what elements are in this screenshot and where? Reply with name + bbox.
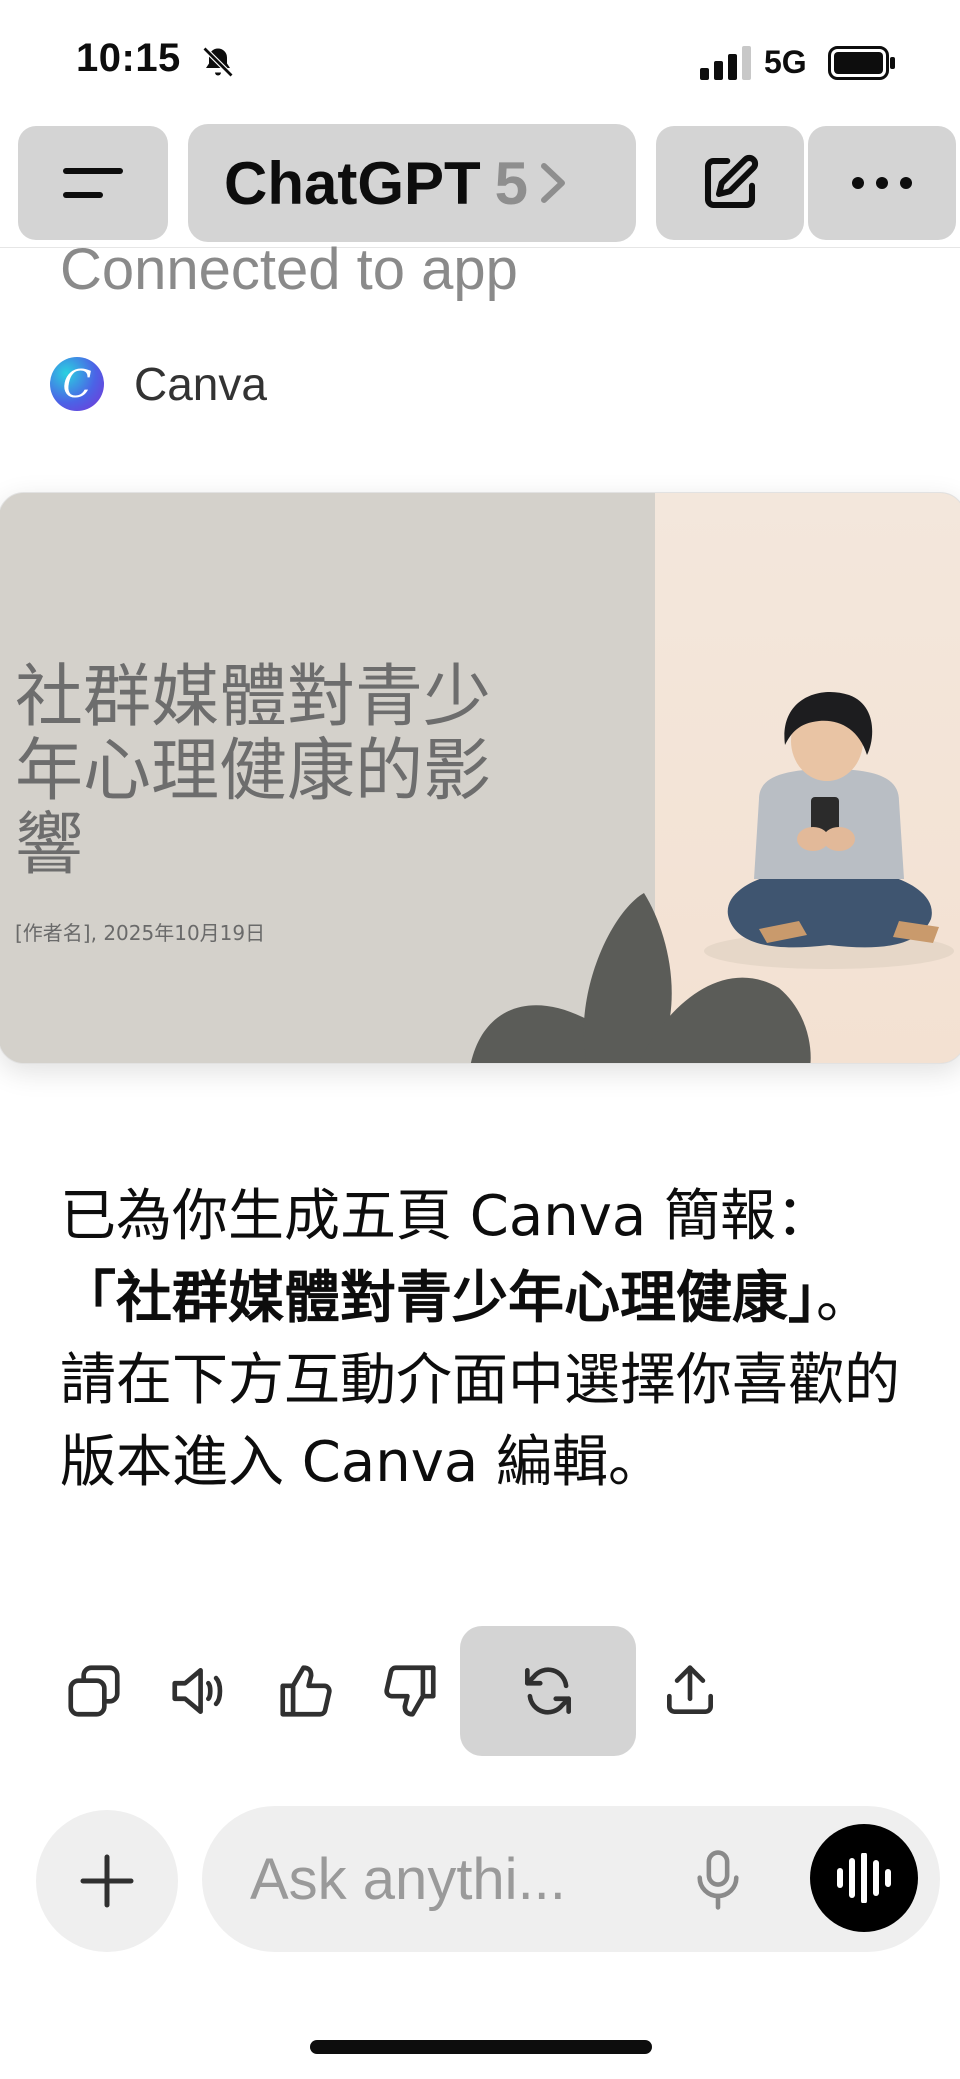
compose-icon — [704, 154, 759, 209]
menu-button[interactable] — [18, 126, 168, 240]
status-bar: 10:15 5G — [0, 0, 960, 120]
signal-bars-icon — [700, 46, 751, 80]
response-line-1: 已為你生成五頁 Canva 簡報： — [60, 1184, 832, 1249]
connected-app-row[interactable]: C Canva — [50, 354, 267, 414]
model-name: ChatGPT — [224, 149, 481, 217]
copy-button[interactable] — [58, 1626, 130, 1756]
menu-icon — [63, 168, 123, 198]
teen-with-phone-illustration-icon — [704, 691, 954, 969]
attach-button[interactable] — [36, 1810, 178, 1952]
message-input[interactable] — [250, 1846, 650, 1912]
status-time: 10:15 — [76, 36, 181, 80]
thumbs-up-icon — [280, 1665, 332, 1717]
microphone-icon — [697, 1850, 739, 1910]
slide-title: 社群媒體對青少年心理健康的影響 — [15, 658, 492, 885]
more-options-button[interactable] — [808, 126, 956, 240]
share-button[interactable] — [654, 1626, 726, 1756]
model-version: 5 — [494, 149, 529, 217]
dictate-button[interactable] — [682, 1844, 754, 1916]
regenerate-button[interactable] — [460, 1626, 636, 1756]
assistant-response: 已為你生成五頁 Canva 簡報： 「社群媒體對青少年心理健康」。請在下方互動介面… — [60, 1176, 920, 1504]
battery-icon — [828, 46, 895, 80]
response-line-3: 請在下方互動介面中選擇你喜歡的版本進入 Canva 編輯。 — [60, 1348, 900, 1495]
more-icon — [852, 177, 912, 189]
nav-bar: ChatGPT 5 — [0, 124, 960, 248]
thumbs-down-icon — [384, 1665, 436, 1717]
read-aloud-icon — [172, 1668, 223, 1714]
good-response-button[interactable] — [270, 1626, 342, 1756]
message-actions — [0, 1626, 960, 1756]
copy-icon — [68, 1665, 120, 1717]
new-chat-button[interactable] — [656, 126, 804, 240]
connected-to-app-label: Connected to app — [60, 237, 518, 302]
canva-logo-icon: C — [50, 357, 104, 411]
canva-logo-letter: C — [62, 362, 92, 406]
bad-response-button[interactable] — [374, 1626, 446, 1756]
plus-icon — [80, 1854, 134, 1908]
home-indicator[interactable] — [310, 2040, 652, 2054]
read-aloud-button[interactable] — [162, 1626, 234, 1756]
response-bold-title: 「社群媒體對青少年心理健康」 — [60, 1266, 816, 1331]
composer — [202, 1806, 940, 1952]
bell-slash-icon — [202, 46, 234, 78]
voice-mode-button[interactable] — [810, 1824, 918, 1932]
canva-slide-preview[interactable]: 社群媒體對青少年心理健康的影響 [作者名], 2025年10月19日 — [0, 492, 960, 1064]
model-selector-button[interactable]: ChatGPT 5 — [188, 124, 636, 242]
share-icon — [667, 1665, 713, 1714]
network-label: 5G — [764, 44, 807, 80]
voice-waveform-icon — [837, 1853, 891, 1903]
chevron-right-icon — [541, 163, 566, 203]
connected-app-name: Canva — [134, 358, 267, 410]
response-punctuation: 。 — [816, 1266, 872, 1331]
slide-subtitle: [作者名], 2025年10月19日 — [15, 921, 266, 945]
regenerate-icon — [525, 1667, 571, 1715]
